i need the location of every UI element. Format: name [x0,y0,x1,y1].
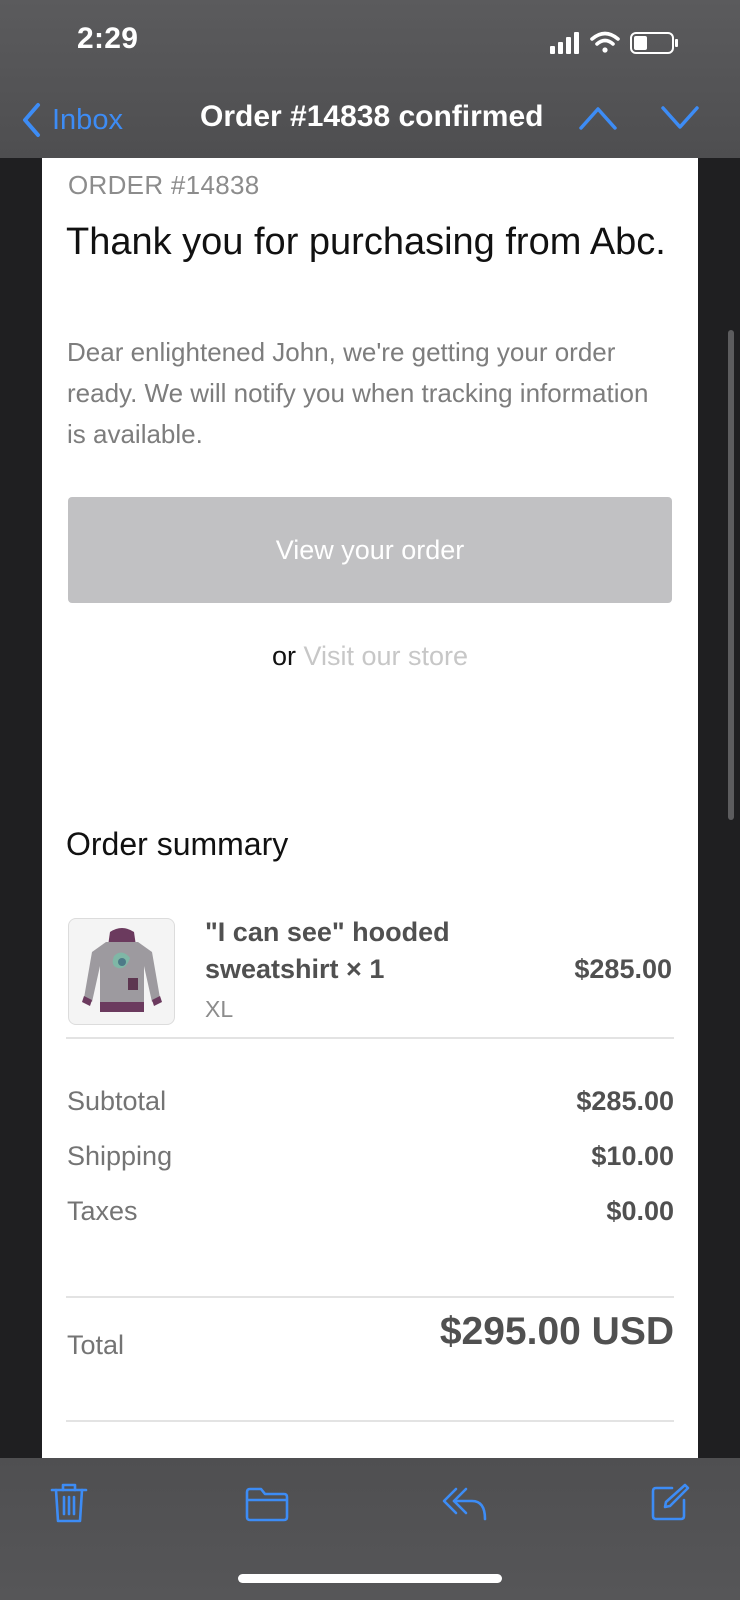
back-label: Inbox [52,103,123,136]
reply-button[interactable] [442,1486,488,1527]
compose-icon [651,1483,690,1521]
item-variant: XL [205,996,234,1022]
email-headline: Thank you for purchasing from Abc. [66,221,666,263]
subtotal-label: Subtotal [67,1086,167,1116]
compose-button[interactable] [650,1482,690,1527]
reply-icon [442,1487,487,1521]
trash-icon [50,1483,88,1523]
email-body[interactable]: ORDER #14838 Thank you for purchasing fr… [42,158,698,1458]
divider [66,1420,674,1422]
chevron-down-icon [661,106,699,129]
wifi-icon [590,31,620,53]
trash-button[interactable] [50,1482,88,1529]
subtotal-value: $285.00 [576,1086,674,1116]
folder-icon [245,1487,289,1522]
or-text: or [271,641,296,671]
view-order-button[interactable]: View your order [68,497,672,603]
chevron-up-icon [579,107,617,130]
next-message-button[interactable] [660,104,700,137]
battery-icon [630,32,678,54]
shipping-value: $10.00 [591,1141,674,1171]
order-summary-title: Order summary [66,826,289,862]
order-number-label: ORDER #14838 [68,170,260,200]
back-button[interactable]: Inbox [20,100,123,140]
product-thumbnail[interactable] [68,918,175,1025]
total-value: $295.00 USD [439,1310,674,1353]
item-name: "I can see" hooded sweatshirt × 1 [205,917,450,984]
visit-store-link[interactable]: Visit our store [303,641,468,671]
divider [66,1296,674,1298]
hooded-sweatshirt-image [81,927,162,1012]
status-time: 2:29 [77,22,139,55]
or-visit-store-line: or Visit our store [42,641,698,672]
divider [66,1037,674,1039]
status-icons [550,30,682,56]
chevron-left-icon [23,103,40,137]
total-label: Total [67,1330,125,1360]
scrollbar[interactable] [728,330,734,820]
home-indicator[interactable] [238,1574,502,1583]
shipping-label: Shipping [67,1141,173,1171]
taxes-value: $0.00 [606,1196,674,1226]
top-bar: 2:29 Inbox Order #14838 confirmed [0,0,740,158]
move-to-folder-button[interactable] [245,1486,289,1527]
message-subject-title: Order #14838 confirmed [200,100,544,133]
item-price: $285.00 [574,954,672,984]
signal-bars-icon [550,32,579,54]
email-intro-text: Dear enlightened John, we're getting you… [67,337,649,449]
previous-message-button[interactable] [578,104,618,137]
taxes-label: Taxes [67,1196,138,1226]
